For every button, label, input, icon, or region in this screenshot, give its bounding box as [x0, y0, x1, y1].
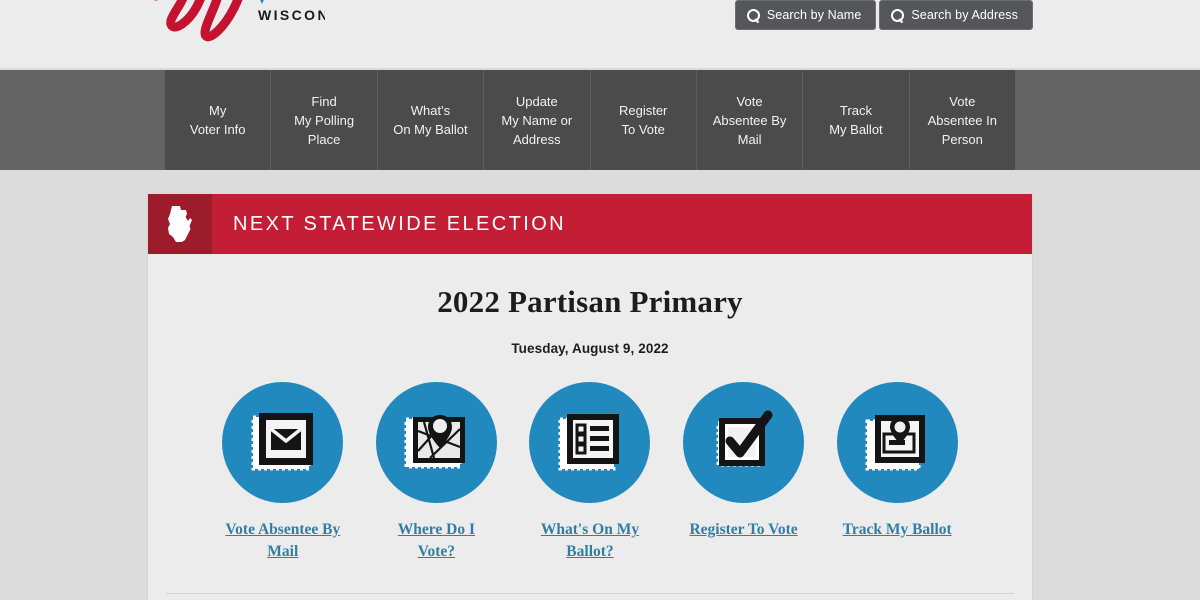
page-root: WISCONSIN Search by Name Search by Addre… — [0, 0, 1200, 600]
action-vote-absentee-by-mail[interactable]: Vote Absentee By Mail — [206, 382, 360, 563]
nav-label-line1: What's — [410, 103, 451, 118]
nav-items: My Voter Info Find My Polling Place What… — [165, 70, 1015, 170]
nav-label-line3: Mail — [737, 131, 762, 147]
action-where-do-i-vote[interactable]: Where Do I Vote? — [360, 382, 514, 563]
main-navigation: My Voter Info Find My Polling Place What… — [0, 70, 1200, 170]
search-by-name-button[interactable]: Search by Name — [734, 0, 877, 30]
nav-label-line1: Find — [311, 93, 337, 109]
nav-item-my-voter-info[interactable]: My Voter Info — [165, 70, 272, 170]
search-by-name-label: Search by Name — [766, 8, 862, 22]
nav-label-line3: Place — [307, 131, 341, 147]
envelope-pin-stamp-icon — [865, 414, 926, 470]
nav-label-line1: Vote — [949, 93, 976, 109]
checkmark-stamp-icon — [716, 410, 773, 466]
action-icon-circle — [529, 382, 651, 503]
search-button-group: Search by Name Search by Address — [734, 0, 1033, 30]
next-election-card: NEXT STATEWIDE ELECTION 2022 Partisan Pr… — [148, 194, 1032, 600]
nav-label-line2: Voter Info — [189, 122, 246, 137]
nav-label-line2: My Polling — [294, 112, 355, 128]
search-by-address-button[interactable]: Search by Address — [879, 0, 1033, 30]
action-icon-circle — [222, 382, 344, 503]
wisconsin-state-icon — [148, 194, 212, 254]
nav-label-line3: Person — [941, 131, 983, 147]
nav-item-vote-absentee-by-mail[interactable]: Vote Absentee By Mail — [696, 70, 804, 170]
search-icon — [891, 8, 905, 22]
quick-action-list: Vote Absentee By Mail Where Do I Vote? W… — [148, 382, 1032, 563]
action-label[interactable]: Register To Vote — [689, 519, 797, 541]
action-label[interactable]: Vote Absentee By Mail — [224, 519, 342, 563]
logo-subtitle: WISCONSIN — [258, 7, 325, 23]
action-track-my-ballot[interactable]: Track My Ballot — [820, 382, 974, 563]
action-icon-circle — [375, 382, 497, 503]
nav-item-whats-on-my-ballot[interactable]: What's On My Ballot — [377, 70, 485, 170]
banner-title: NEXT STATEWIDE ELECTION — [233, 212, 567, 235]
site-header: WISCONSIN Search by Name Search by Addre… — [0, 0, 1200, 69]
nav-label-line2: Absentee By — [712, 112, 787, 128]
myvote-wisconsin-logo[interactable]: WISCONSIN — [150, 0, 325, 46]
action-register-to-vote[interactable]: Register To Vote — [667, 382, 821, 563]
nav-item-update-my-name-or-address[interactable]: Update My Name or Address — [484, 70, 591, 170]
nav-item-find-my-polling-place[interactable]: Find My Polling Place — [271, 70, 378, 170]
nav-label-line2: Absentee In — [927, 112, 997, 128]
action-icon-circle — [836, 382, 958, 503]
card-footnote: What else can I do during the 2022 parti… — [148, 594, 1032, 600]
envelope-stamp-icon — [251, 412, 313, 470]
nav-label-line1: Vote — [736, 93, 763, 109]
action-label[interactable]: Where Do I Vote? — [377, 519, 495, 563]
nav-item-track-my-ballot[interactable]: Track My Ballot — [803, 70, 910, 170]
action-whats-on-my-ballot[interactable]: What's On My Ballot? — [513, 382, 667, 563]
election-name: 2022 Partisan Primary — [437, 284, 743, 319]
nav-label-line3: Address — [512, 131, 561, 147]
nav-label-line2: My Name or — [501, 112, 573, 128]
search-icon — [746, 8, 760, 22]
map-pin-stamp-icon — [404, 414, 466, 468]
nav-label-line2: On My Ballot — [393, 122, 468, 137]
card-body: 2022 Partisan Primary Tuesday, August 9,… — [148, 254, 1032, 600]
nav-label-line1: My — [209, 103, 227, 118]
ballot-checklist-stamp-icon — [558, 413, 619, 470]
nav-label-line1: Register — [618, 103, 668, 118]
nav-label-line2: My Ballot — [829, 122, 883, 137]
action-icon-circle — [683, 382, 805, 503]
election-date: Tuesday, August 9, 2022 — [511, 341, 669, 356]
nav-item-register-to-vote[interactable]: Register To Vote — [590, 70, 697, 170]
nav-label-line2: To Vote — [621, 122, 665, 137]
action-label[interactable]: What's On My Ballot? — [531, 519, 649, 563]
nav-item-vote-absentee-in-person[interactable]: Vote Absentee In Person — [909, 70, 1015, 170]
search-by-address-label: Search by Address — [911, 8, 1018, 22]
nav-label-line1: Update — [515, 93, 558, 109]
nav-label-line1: Track — [839, 103, 872, 118]
next-election-banner: NEXT STATEWIDE ELECTION — [148, 194, 1032, 254]
action-label[interactable]: Track My Ballot — [843, 519, 952, 541]
